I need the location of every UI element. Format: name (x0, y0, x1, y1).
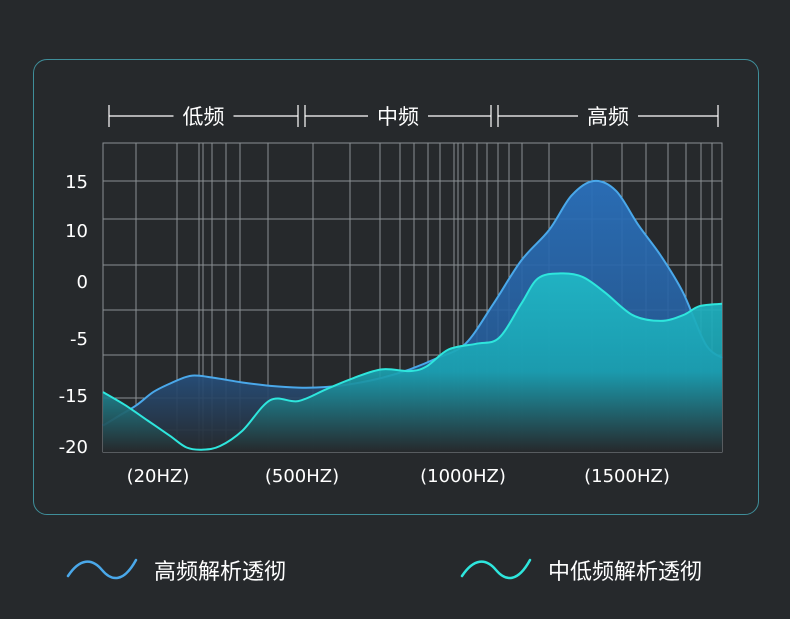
midlow-freq-point (521, 303, 522, 304)
high-freq-point (153, 392, 154, 393)
high-freq-point (616, 190, 617, 191)
chart-areas (102, 179, 723, 453)
high-freq-point (465, 343, 466, 344)
band-label: 中频 (377, 105, 419, 129)
midlow-freq-point (242, 430, 243, 431)
y-axis-ticks: 15 10 0 -5 -15 -20 (59, 172, 88, 458)
midlow-freq-point (125, 405, 126, 406)
high-freq-point (682, 292, 683, 293)
y-tick-label: -5 (70, 329, 88, 350)
midlow-freq-point (409, 371, 410, 372)
chart-legend: 高频解析透彻 中低频解析透彻 (0, 540, 790, 600)
midlow-freq-point (722, 303, 723, 304)
x-tick-label: (1000HZ) (420, 466, 506, 487)
midlow-freq-point (660, 320, 661, 321)
high-freq-point (521, 260, 522, 261)
midlow-freq-point (169, 435, 170, 436)
high-freq-point (493, 303, 494, 304)
midlow-freq-point (326, 389, 327, 390)
frequency-bands: 低频 中频 高频 (108, 105, 719, 129)
high-freq-point (638, 225, 639, 226)
legend-item-midlow-freq: 中低频解析透彻 (460, 540, 702, 600)
band-1: 低频 (108, 105, 299, 129)
midlow-freq-point (448, 349, 449, 350)
legend-wave-icon (66, 558, 138, 580)
midlow-freq-point (476, 343, 477, 344)
midlow-freq-point (604, 292, 605, 293)
y-tick-label: 15 (65, 172, 88, 193)
high-freq-point (571, 195, 572, 196)
y-tick-label: -15 (59, 386, 88, 407)
x-axis-ticks: (20HZ) (500HZ) (1000HZ) (1500HZ) (127, 466, 670, 487)
high-freq-point (242, 382, 243, 383)
y-tick-label: -20 (59, 437, 88, 458)
high-freq-point (197, 375, 198, 376)
legend-wave-icon (460, 558, 532, 580)
high-freq-point (270, 385, 271, 386)
eq-chart: 低频 中频 高频 15 10 0 -5 -15 -20 (20HZ) (500HZ) (1000H… (59, 105, 723, 487)
legend-wave-path (460, 558, 532, 580)
band-3: 高频 (497, 105, 719, 129)
band-2: 中频 (304, 105, 492, 129)
midlow-freq-point (147, 420, 148, 421)
band-label: 高频 (587, 105, 629, 129)
high-freq-point (660, 255, 661, 256)
high-freq-point (214, 377, 215, 378)
high-freq-point (593, 181, 594, 182)
high-freq-point (186, 376, 187, 377)
high-freq-point (326, 387, 327, 388)
midlow-freq-point (682, 315, 683, 316)
legend-wave-path (66, 558, 138, 580)
midlow-freq-point (632, 315, 633, 316)
x-tick-label: (20HZ) (127, 466, 190, 487)
midlow-freq-point (381, 369, 382, 370)
high-freq-point (409, 369, 410, 370)
midlow-freq-point (699, 306, 700, 307)
high-freq-point (298, 387, 299, 388)
high-freq-point (549, 230, 550, 231)
midlow-freq-point (537, 278, 538, 279)
x-tick-label: (1500HZ) (584, 466, 670, 487)
legend-label: 中低频解析透彻 (548, 560, 703, 585)
midlow-freq-point (298, 401, 299, 402)
high-freq-point (136, 405, 137, 406)
x-tick-label: (500HZ) (265, 466, 339, 487)
midlow-freq-point (103, 392, 104, 393)
high-freq-point (169, 383, 170, 384)
midlow-freq-point (186, 447, 187, 448)
band-label: 低频 (183, 105, 225, 129)
midlow-freq-point (582, 276, 583, 277)
midlow-freq-point (353, 377, 354, 378)
midlow-freq-point (270, 400, 271, 401)
midlow-freq-point (220, 446, 221, 447)
legend-label: 高频解析透彻 (154, 560, 287, 585)
y-tick-label: 0 (77, 272, 88, 293)
midlow-freq-point (426, 366, 427, 367)
legend-item-high-freq: 高频解析透彻 (66, 540, 286, 600)
y-tick-label: 10 (65, 221, 88, 242)
midlow-freq-point (560, 273, 561, 274)
midlow-freq-point (498, 338, 499, 339)
midlow-freq-point (203, 449, 204, 450)
